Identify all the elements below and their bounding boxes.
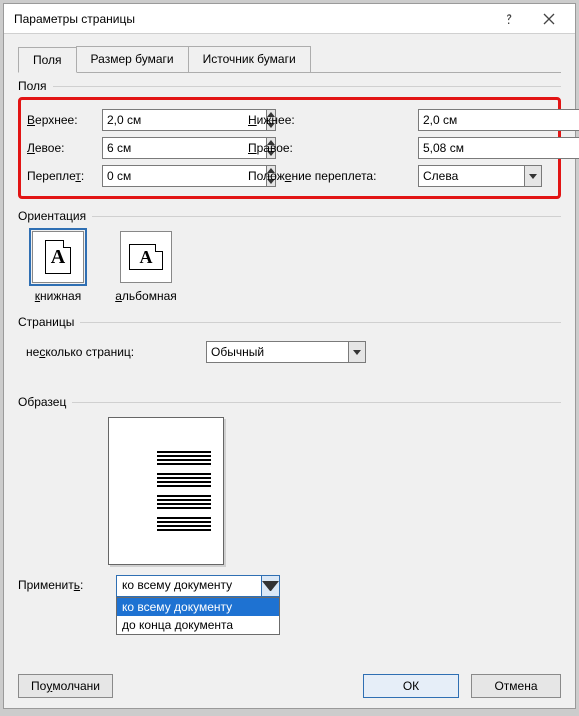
- portrait-page-icon: A: [45, 240, 71, 274]
- tab-paper-source[interactable]: Источник бумаги: [188, 46, 311, 72]
- bottom-margin-input[interactable]: [418, 109, 542, 131]
- gutter-input[interactable]: [102, 165, 226, 187]
- margins-group: Поля Верхнее: Нижнее: Левое:: [18, 79, 561, 199]
- pages-group-label: Страницы: [18, 315, 80, 329]
- multiple-pages-combo[interactable]: Обычный: [206, 341, 366, 363]
- gutter-position-label: Положение переплета:: [248, 169, 418, 183]
- gutter-position-combo[interactable]: Слева: [418, 165, 542, 187]
- gutter-position-value: Слева: [418, 165, 524, 187]
- set-as-default-button[interactable]: По умолчани: [18, 674, 113, 698]
- dialog-title: Параметры страницы: [14, 12, 489, 26]
- right-margin-label: Правое:: [248, 141, 418, 155]
- tab-margins[interactable]: Поля: [18, 47, 77, 73]
- multiple-pages-label: несколько страниц:: [26, 345, 206, 359]
- question-icon: [503, 13, 515, 25]
- orientation-landscape[interactable]: A альбомная: [114, 231, 178, 303]
- orientation-group: Ориентация A книжная A альбомная: [18, 209, 561, 303]
- preview-group-label: Образец: [18, 395, 72, 409]
- right-margin-field[interactable]: [418, 137, 579, 159]
- ok-button[interactable]: ОК: [363, 674, 459, 698]
- left-margin-input[interactable]: [102, 137, 226, 159]
- pages-group: Страницы несколько страниц: Обычный: [18, 315, 561, 363]
- tab-paper-size[interactable]: Размер бумаги: [76, 46, 189, 72]
- left-margin-field[interactable]: [102, 137, 266, 159]
- bottom-margin-field[interactable]: [418, 109, 579, 131]
- cancel-button[interactable]: Отмена: [471, 674, 561, 698]
- apply-to-value: ко всему документу: [117, 576, 261, 596]
- top-margin-field[interactable]: [102, 109, 266, 131]
- orientation-portrait[interactable]: A книжная: [26, 231, 90, 303]
- apply-to-dropdown: ко всему документу до конца документа: [116, 597, 280, 635]
- multiple-pages-value: Обычный: [206, 341, 348, 363]
- tabstrip: Поля Размер бумаги Источник бумаги: [18, 46, 561, 73]
- chevron-down-icon[interactable]: [524, 165, 542, 187]
- orientation-group-label: Ориентация: [18, 209, 92, 223]
- chevron-down-icon[interactable]: [261, 576, 279, 596]
- gutter-field[interactable]: [102, 165, 266, 187]
- gutter-label: Переплет:: [27, 169, 102, 183]
- orientation-landscape-label: альбомная: [115, 289, 177, 303]
- orientation-portrait-label: книжная: [35, 289, 81, 303]
- top-margin-input[interactable]: [102, 109, 226, 131]
- left-margin-label: Левое:: [27, 141, 102, 155]
- landscape-page-icon: A: [129, 244, 163, 270]
- preview-group: Образец: [18, 395, 561, 565]
- button-bar: По умолчани ОК Отмена: [18, 674, 561, 698]
- apply-to-combo[interactable]: ко всему документу: [116, 575, 280, 597]
- preview-thumbnail: [108, 417, 224, 565]
- margins-group-label: Поля: [18, 79, 53, 93]
- apply-to-label: Применить:: [18, 575, 116, 592]
- chevron-down-icon[interactable]: [348, 341, 366, 363]
- apply-to-option-to-end[interactable]: до конца документа: [117, 616, 279, 634]
- help-button[interactable]: [489, 5, 529, 33]
- margins-highlight-box: Верхнее: Нижнее: Левое:: [18, 97, 561, 199]
- close-button[interactable]: [529, 5, 569, 33]
- page-setup-dialog: Параметры страницы Поля Размер бумаги Ис…: [3, 3, 576, 709]
- close-icon: [543, 13, 555, 25]
- titlebar: Параметры страницы: [4, 4, 575, 34]
- top-margin-label: Верхнее:: [27, 113, 102, 127]
- bottom-margin-label: Нижнее:: [248, 113, 418, 127]
- apply-to-option-whole-document[interactable]: ко всему документу: [117, 598, 279, 616]
- right-margin-input[interactable]: [418, 137, 542, 159]
